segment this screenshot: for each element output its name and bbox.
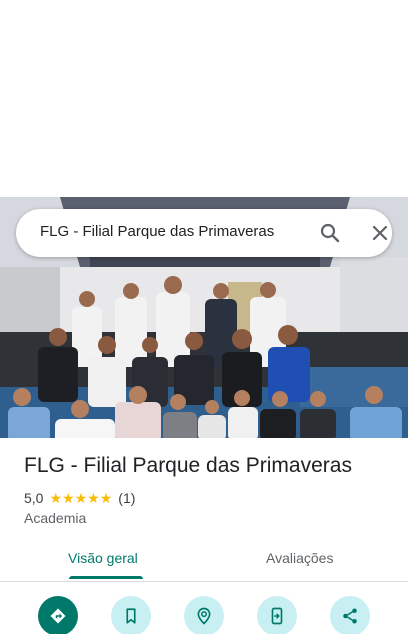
send-to-phone-button[interactable] <box>257 596 297 634</box>
review-count[interactable]: (1) <box>118 490 135 506</box>
rating-value: 5,0 <box>24 490 44 506</box>
search-bar[interactable]: FLG - Filial Parque das Primaveras <box>16 209 392 257</box>
nearby-icon <box>197 607 211 625</box>
star-icon: ★ <box>99 490 113 506</box>
bookmark-icon <box>126 608 136 624</box>
action-bar <box>0 596 408 634</box>
star-icon: ★ <box>49 490 63 506</box>
tab-bar: Visão geral Avaliações <box>0 540 408 582</box>
rating-row[interactable]: 5,0 ★ ★ ★ ★ ★ (1) <box>24 489 135 507</box>
tab-reviews[interactable]: Avaliações <box>266 550 333 566</box>
directions-icon <box>50 608 66 624</box>
star-icon: ★ <box>87 490 100 506</box>
star-icon: ★ <box>74 490 88 506</box>
directions-button[interactable] <box>38 596 78 634</box>
close-icon[interactable] <box>368 221 392 245</box>
star-icon: ★ <box>62 490 75 506</box>
tab-overview[interactable]: Visão geral <box>68 550 138 566</box>
nearby-button[interactable] <box>184 596 224 634</box>
map-blank-area <box>0 0 408 197</box>
share-button[interactable] <box>330 596 370 634</box>
place-title: FLG - Filial Parque das Primaveras <box>24 454 352 477</box>
star-rating: ★ ★ ★ ★ ★ <box>49 491 112 505</box>
share-icon <box>343 608 357 624</box>
search-query-text[interactable]: FLG - Filial Parque das Primaveras <box>40 223 274 240</box>
tab-selected-indicator <box>69 576 143 579</box>
place-category[interactable]: Academia <box>24 510 86 526</box>
save-button[interactable] <box>111 596 151 634</box>
send-to-phone-icon <box>271 607 283 625</box>
search-icon[interactable] <box>318 221 342 245</box>
